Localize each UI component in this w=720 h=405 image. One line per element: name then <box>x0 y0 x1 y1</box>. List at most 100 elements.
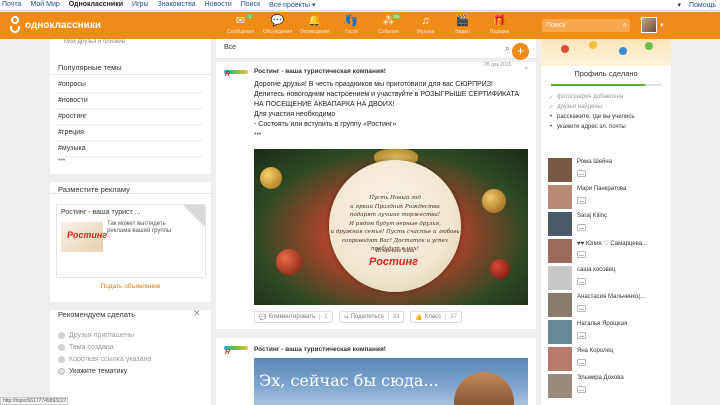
user-avatar[interactable] <box>641 17 657 33</box>
friend-item[interactable]: Saraj Kilinç <box>541 210 671 237</box>
message-icon[interactable] <box>577 251 586 258</box>
submit-ad-link[interactable]: Подать объявление <box>50 283 211 290</box>
profile-checklist-item[interactable]: • укажите адрес эл. почты <box>548 122 635 132</box>
nav-label: Оповещения <box>299 29 330 35</box>
action-label: Комментировать <box>268 314 316 320</box>
portal-link-dating[interactable]: Знакомства <box>158 1 196 9</box>
post-image[interactable]: Пусть Новый год и яркий Праздник Рождеств… <box>254 149 528 305</box>
friend-name[interactable]: Анастасия Мальченко(... <box>577 294 645 300</box>
search-icon[interactable]: ⌕ <box>623 20 627 30</box>
nav-item-chat[interactable]: 💬 Обсуждения <box>259 14 296 35</box>
search-input[interactable] <box>542 19 612 32</box>
friend-avatar[interactable] <box>548 374 572 398</box>
bell-icon: 🔔 <box>307 15 322 27</box>
site-logo[interactable]: одноклассники <box>8 16 101 34</box>
friend-avatar[interactable] <box>548 347 572 371</box>
message-icon[interactable] <box>577 278 586 285</box>
chevron-down-icon[interactable]: ▾ <box>660 21 664 29</box>
read-more-button[interactable]: ••• <box>254 130 529 140</box>
friend-item[interactable]: ♥♥ Юлия ♡ Самарцева... <box>541 237 671 264</box>
message-icon[interactable] <box>577 170 586 177</box>
more-topics-button[interactable]: ••• <box>58 157 203 167</box>
portal-link-all-projects[interactable]: Все проекты ▾ <box>269 1 315 9</box>
topic-link[interactable]: #новости <box>58 93 203 109</box>
recommendations-title: Рекомендуем сделать <box>58 310 136 319</box>
message-icon[interactable] <box>577 332 586 339</box>
friend-name[interactable]: Яна Королец <box>577 348 613 354</box>
friend-name[interactable]: Рома Шейна <box>577 159 612 165</box>
message-icon[interactable] <box>577 386 586 393</box>
checklist-label: расскажите, где вы учились <box>557 114 635 120</box>
nav-item-footprints[interactable]: 👣 Гости <box>333 14 370 35</box>
checklist-label: укажите адрес эл. почты <box>557 124 626 130</box>
message-icon[interactable] <box>577 359 586 366</box>
nav-item-gift[interactable]: 🎁 Подарки <box>481 14 518 35</box>
friend-avatar[interactable] <box>548 158 572 182</box>
friend-item[interactable]: Анастасия Мальченко(... <box>541 291 671 318</box>
post-author[interactable]: Ростинг - ваша туристическая компания! <box>254 346 386 353</box>
topic-link[interactable]: #музыка <box>58 141 203 157</box>
info-icon: • <box>549 114 553 120</box>
friend-name[interactable]: Saraj Kilinç <box>577 213 607 219</box>
recommendation-item[interactable]: Укажите тематику <box>58 365 151 377</box>
group-avatar[interactable]: R <box>224 346 248 360</box>
action-label: Поделиться <box>350 314 384 320</box>
message-icon[interactable] <box>577 224 586 231</box>
close-icon[interactable]: ✕ <box>193 308 201 319</box>
search-icon[interactable]: ⌕ <box>505 43 510 54</box>
friend-name[interactable]: Мари Панкратова <box>577 186 626 192</box>
friend-avatar[interactable] <box>548 212 572 236</box>
tab-all[interactable]: Все <box>224 44 236 51</box>
topic-link[interactable]: #опросы <box>58 77 203 93</box>
ad-preview-card[interactable]: Ростинг - ваша турист ... Ростинг Так мо… <box>56 204 206 278</box>
share-button[interactable]: ↪ Поделиться 33 <box>338 311 405 323</box>
notification-badge: 55 <box>391 14 401 19</box>
image-caption: Эх, сейчас бы сюда... <box>259 371 439 390</box>
like-button[interactable]: 👍 Класс 37 <box>410 311 462 323</box>
verse-line: и дружная семья! Пусть счастье и любовь <box>330 229 460 235</box>
post-image[interactable]: Эх, сейчас бы сюда... <box>254 358 528 405</box>
ornament-ball: Пусть Новый год и яркий Праздник Рождеств… <box>329 160 461 292</box>
friend-item[interactable]: Наталья Ярощкая <box>541 318 671 345</box>
friend-name[interactable]: саша косовец <box>577 267 615 273</box>
nav-item-envelope[interactable]: ✉ Сообщения 1 <box>222 14 259 35</box>
portal-link-news[interactable]: Новости <box>205 1 232 9</box>
portal-link-games[interactable]: Игры <box>132 1 149 9</box>
portal-link-mail[interactable]: Почта <box>2 1 21 9</box>
topic-link[interactable]: #ростинг <box>58 109 203 125</box>
portal-link-search[interactable]: Поиск <box>241 1 260 9</box>
friend-avatar[interactable] <box>548 293 572 317</box>
portal-link-mymir[interactable]: Мой Мир <box>30 1 59 9</box>
friend-name[interactable]: Наталья Ярощкая <box>577 321 627 327</box>
friend-item[interactable]: Мари Панкратова <box>541 183 671 210</box>
friend-avatar[interactable] <box>548 185 572 209</box>
friend-name[interactable]: ♥♥ Юлия ♡ Самарцева... <box>577 240 647 247</box>
nav-item-events[interactable]: ⁂ События 55 <box>370 14 407 35</box>
friend-item[interactable]: саша косовец <box>541 264 671 291</box>
friend-avatar[interactable] <box>548 266 572 290</box>
post-author[interactable]: Ростинг - ваша туристическая компания! <box>254 68 386 75</box>
nav-item-video[interactable]: 🎬 Видео <box>444 14 481 35</box>
music-icon: ♫ <box>421 15 430 27</box>
friend-avatar[interactable] <box>548 239 572 263</box>
portal-link-ok[interactable]: Одноклассники <box>69 1 123 9</box>
help-link[interactable]: Помощь <box>689 2 716 9</box>
group-avatar[interactable]: R <box>224 70 248 84</box>
message-icon[interactable] <box>577 305 586 312</box>
comment-button[interactable]: 💬 Комментировать 1 <box>254 311 333 323</box>
nav-item-music[interactable]: ♫ Музыка <box>407 14 444 35</box>
friend-avatar[interactable] <box>548 320 572 344</box>
search-box[interactable]: ⌕ <box>542 19 630 32</box>
chevron-down-icon[interactable]: ⌄ <box>523 62 530 71</box>
message-icon[interactable] <box>577 197 586 204</box>
nav-item-bell[interactable]: 🔔 Оповещения <box>296 14 333 35</box>
add-post-button[interactable]: + <box>512 43 529 60</box>
topic-link[interactable]: #греция <box>58 125 203 141</box>
user-menu-dropdown[interactable]: ▾ <box>677 1 681 9</box>
friend-item[interactable]: Эльмира Дохова <box>541 372 671 399</box>
friend-item[interactable]: Рома Шейна <box>541 156 671 183</box>
friend-item[interactable]: Яна Королец <box>541 345 671 372</box>
profile-checklist-item[interactable]: • расскажите, где вы учились <box>548 112 635 122</box>
portal-topbar: Почта Мой Мир Одноклассники Игры Знакомс… <box>0 0 720 11</box>
friend-name[interactable]: Эльмира Дохова <box>577 375 624 381</box>
